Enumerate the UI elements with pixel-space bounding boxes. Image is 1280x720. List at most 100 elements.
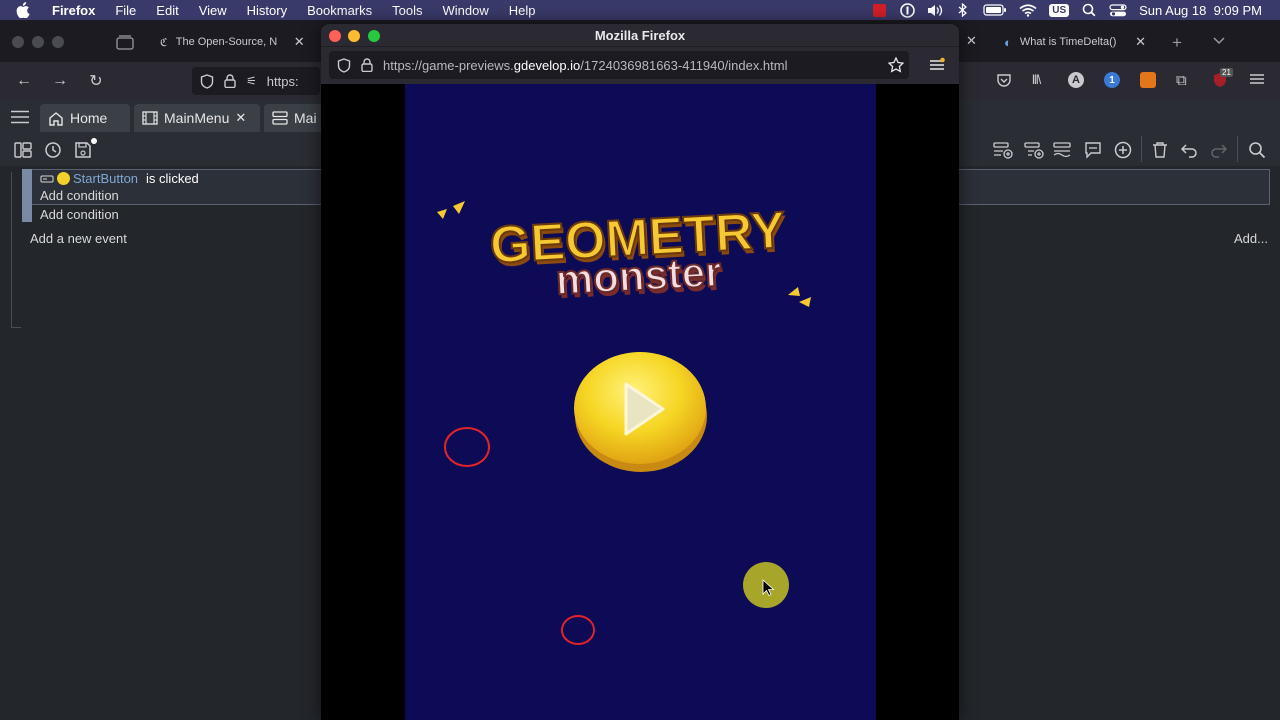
save-project-icon[interactable] [72,138,97,161]
url-host: gdevelop.io [513,57,581,73]
password-manager-icon[interactable] [899,2,915,18]
add-comment-event-icon[interactable] [1052,139,1074,161]
event-drag-handle[interactable] [22,169,32,222]
hamburger-menu-icon[interactable] [11,110,29,124]
wifi-icon[interactable] [1019,3,1037,17]
condition-object-name[interactable]: StartButton [73,171,138,186]
new-tab-icon[interactable]: + [1172,33,1182,53]
game-scene: GEOMETRY GEOMETRY monster monster [437,200,811,645]
lock-icon[interactable] [224,74,236,88]
browser-tab-timedelta[interactable]: ◐ What is TimeDelta() ✕ [994,28,1156,56]
undo-icon[interactable] [1178,139,1200,161]
menu-history[interactable]: History [237,3,297,18]
tab-close-icon[interactable]: ✕ [966,33,977,49]
back-icon[interactable]: ← [13,70,35,92]
metamask-extension-icon[interactable] [1140,72,1156,88]
menu-app-firefox[interactable]: Firefox [42,3,105,18]
preview-history-icon[interactable] [42,139,64,161]
tab-close-icon[interactable]: ✕ [1135,34,1146,50]
extensions-icon[interactable]: ⧉ [1176,72,1187,89]
add-condition-link[interactable]: Add condition [40,188,119,203]
title-sparkle-right [788,287,811,307]
menu-file[interactable]: File [105,3,146,18]
url-prefix: https://game-previews. [383,57,514,73]
toolbar-separator [1141,136,1142,162]
toolbar-separator [1237,136,1238,162]
lock-icon[interactable] [361,58,373,72]
add-comment-icon[interactable] [1082,139,1104,161]
zoom-window-button[interactable] [368,30,380,42]
popup-menu-icon[interactable] [929,57,945,73]
add-event-icon[interactable] [992,139,1014,161]
play-button[interactable] [574,352,707,472]
red-ring-obstacle [444,427,490,467]
red-ring-obstacle [561,615,595,645]
forward-icon[interactable]: → [49,70,71,92]
tab-close-icon[interactable]: ✕ [235,110,246,126]
editor-tab-mainmenu-events[interactable]: Mai [264,104,324,132]
menu-view[interactable]: View [189,3,237,18]
pocket-icon[interactable] [996,73,1012,88]
menu-window[interactable]: Window [433,3,499,18]
browser-tab-opensource[interactable]: ℭ The Open-Source, N ✕ [150,28,320,56]
control-center-icon[interactable] [1109,3,1127,17]
bluetooth-icon[interactable] [955,3,971,17]
add-new-event-link[interactable]: Add a new event [30,231,127,246]
search-icon[interactable] [1246,139,1268,161]
game-title-line2: monster [555,248,723,304]
apple-icon[interactable] [0,2,42,18]
menu-tools[interactable]: Tools [382,3,432,18]
condition-row[interactable]: StartButton is clicked [40,171,199,186]
editor-tab-label: Mai [294,110,317,126]
event-tree-line-end [11,327,21,328]
add-subevent-icon[interactable] [1023,139,1045,161]
spotlight-search-icon[interactable] [1081,3,1097,17]
menu-bookmarks[interactable]: Bookmarks [297,3,382,18]
app-menu-icon[interactable] [1249,71,1265,87]
add-more-link[interactable]: Add... [1234,231,1268,246]
popup-url-bar[interactable]: https://game-previews.gdevelop.io/172403… [329,51,909,79]
tab-list-chevron-icon[interactable] [1212,36,1226,46]
account-avatar-icon[interactable]: A [1068,72,1084,88]
editor-tab-label: MainMenu [164,110,230,126]
editor-tab-label: Home [70,110,108,126]
popup-url-text: https://game-previews.gdevelop.io/172403… [383,58,788,73]
bookmark-star-icon[interactable] [888,57,904,73]
volume-icon[interactable] [927,4,943,17]
bg-url-bar[interactable]: ⚟ https: [192,67,320,95]
tab-overview-icon[interactable] [116,34,134,50]
add-condition-link[interactable]: Add condition [40,207,119,222]
ublock-extension-icon[interactable]: 21 [1212,68,1233,88]
tab-close-icon[interactable]: ✕ [294,34,305,50]
keyboard-input-source[interactable]: US [1049,3,1070,17]
macos-menu-bar: Firefox File Edit View History Bookmarks… [0,0,1280,20]
tracking-shield-icon[interactable] [337,57,351,73]
reload-icon[interactable]: ↻ [85,70,107,92]
menu-help[interactable]: Help [499,3,546,18]
url-path: /1724036981663-411940/index.html [580,57,788,73]
mouse-input-icon [40,174,54,184]
record-icon[interactable] [871,3,887,17]
library-icon[interactable]: lll\ [1032,72,1041,87]
permissions-icon[interactable]: ⚟ [246,74,257,88]
onepassword-extension-icon[interactable]: 1 [1104,72,1120,88]
tracking-shield-icon[interactable] [200,73,214,89]
scene-film-icon [142,111,158,125]
panels-layout-icon[interactable] [12,139,34,161]
editor-tab-mainmenu[interactable]: MainMenu ✕ [134,104,260,132]
condition-text: is clicked [146,171,199,186]
delete-trash-icon[interactable] [1149,139,1171,161]
minimize-window-button[interactable] [348,30,360,42]
menubar-clock[interactable]: Sun Aug 18 9:09 PM [1139,3,1262,18]
editor-tab-home[interactable]: Home [40,104,130,132]
tab-title: What is TimeDelta() [1019,36,1117,48]
menu-edit[interactable]: Edit [146,3,188,18]
redo-icon[interactable] [1208,139,1230,161]
window-titlebar[interactable]: Mozilla Firefox [321,24,959,46]
close-window-button[interactable] [329,30,341,42]
sparkle-shape [799,297,811,307]
game-canvas[interactable]: GEOMETRY GEOMETRY monster monster [405,84,876,720]
window-title: Mozilla Firefox [594,27,686,43]
battery-icon[interactable] [983,4,1007,17]
add-other-event-icon[interactable] [1112,139,1134,161]
